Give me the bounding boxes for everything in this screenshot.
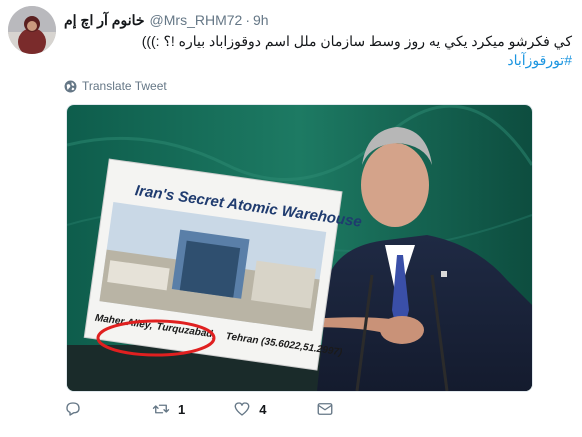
like-button[interactable]: 4 (233, 400, 266, 418)
tweet-header: خانوم آر اچ إم @Mrs_RHM72 · 9h (64, 10, 269, 30)
avatar[interactable] (8, 6, 56, 54)
reply-icon (66, 402, 80, 416)
retweet-icon (152, 404, 170, 414)
photo-scene: Iran's Secret Atomic Warehouse Maher All… (67, 105, 532, 391)
tweet: خانوم آر اچ إم @Mrs_RHM72 · 9h كي فكرشو … (0, 0, 582, 437)
retweet-button[interactable]: 1 (152, 400, 185, 418)
translate-tweet-link[interactable]: Translate Tweet (64, 79, 167, 93)
tweet-text: كي فكرشو ميكرد يكي يه روز وسط سازمان ملل… (141, 33, 572, 49)
hashtag-link: #تورقوزآباد (64, 51, 572, 70)
user-handle[interactable]: @Mrs_RHM72 (150, 12, 243, 28)
globe-icon (64, 80, 77, 92)
tweet-image[interactable]: Iran's Secret Atomic Warehouse Maher All… (66, 104, 533, 392)
translate-label: Translate Tweet (82, 79, 167, 93)
like-count: 4 (259, 401, 267, 417)
separator: · (245, 12, 250, 28)
tweet-actions: 1 4 (64, 400, 334, 418)
display-name[interactable]: خانوم آر اچ إم (64, 12, 145, 29)
like-icon (234, 402, 250, 416)
retweet-count: 1 (178, 401, 186, 417)
timestamp[interactable]: 9h (253, 12, 269, 28)
message-icon (318, 403, 333, 415)
message-button[interactable] (316, 400, 334, 418)
reply-button[interactable] (64, 400, 90, 418)
hashtag-text[interactable]: #تورقوزآباد (507, 52, 572, 68)
